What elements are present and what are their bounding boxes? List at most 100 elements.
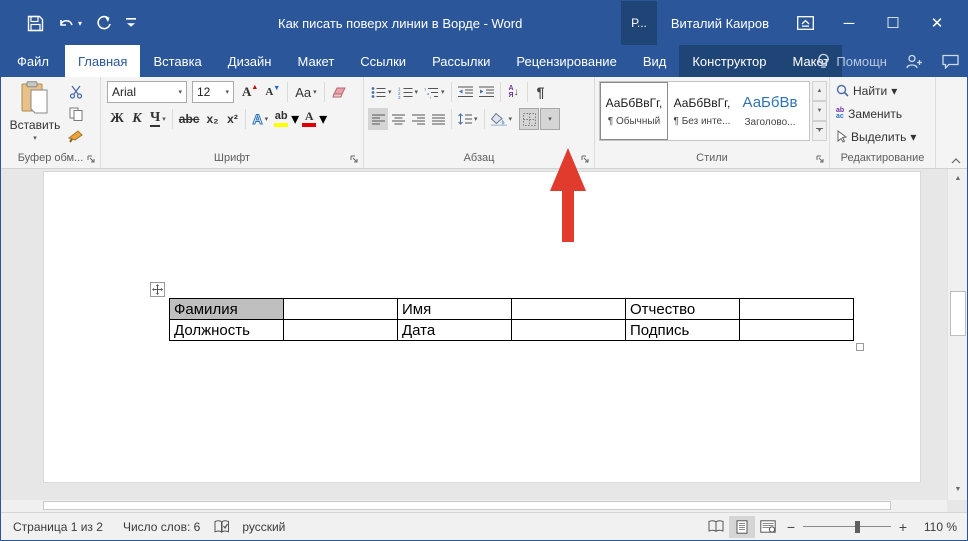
document-page[interactable]: Фамилия Имя Отчество Должность Дата Подп… [43, 171, 921, 483]
styles-scroll-down[interactable]: ▼ [812, 101, 827, 121]
paste-button[interactable]: Вставить ▾ [9, 81, 61, 150]
style-normal[interactable]: АаБбВвГг, ¶ Обычный [600, 82, 668, 140]
collapse-ribbon-button[interactable] [951, 158, 961, 164]
proofing-status-button[interactable] [214, 520, 230, 534]
subscript-button[interactable]: х₂ [202, 108, 222, 130]
decrease-indent-button[interactable] [455, 81, 476, 103]
zoom-slider[interactable] [803, 520, 891, 534]
tab-review[interactable]: Рецензирование [503, 45, 629, 77]
styles-more-button[interactable]: ▼ [812, 121, 827, 141]
table-move-handle[interactable] [150, 282, 165, 297]
style-heading1[interactable]: АаБбВв Заголово... [736, 82, 804, 140]
font-color-button[interactable]: А [299, 108, 319, 130]
table-cell[interactable]: Фамилия [170, 299, 284, 320]
borders-dropdown[interactable]: ▾ [540, 108, 560, 130]
tab-insert[interactable]: Вставка [140, 45, 214, 77]
word-count[interactable]: Число слов: 6 [123, 520, 200, 534]
tab-table-design[interactable]: Конструктор [679, 45, 779, 77]
strikethrough-button[interactable]: abc [176, 108, 203, 130]
language-indicator[interactable]: русский [242, 520, 285, 534]
shrink-font-button[interactable]: А▼ [262, 81, 283, 103]
vertical-scroll-thumb[interactable] [950, 291, 966, 336]
table-cell[interactable] [284, 299, 398, 320]
change-case-button[interactable]: Aa▾ [292, 81, 319, 103]
increase-indent-button[interactable] [476, 81, 497, 103]
font-name-combo[interactable]: Arial ▾ [107, 81, 187, 103]
save-button[interactable] [27, 15, 44, 32]
replace-button[interactable]: ab ac Заменить [836, 103, 933, 124]
print-layout-button[interactable] [729, 516, 755, 538]
presence-badge[interactable]: Р... [621, 1, 657, 45]
justify-button[interactable] [428, 108, 448, 130]
tab-design[interactable]: Дизайн [215, 45, 285, 77]
close-button[interactable]: ✕ [915, 1, 959, 45]
font-dialog-launcher[interactable] [350, 155, 360, 165]
tab-layout[interactable]: Макет [284, 45, 347, 77]
sort-button[interactable]: АЯ ↓ [504, 81, 524, 103]
font-size-combo[interactable]: 12 ▾ [192, 81, 234, 103]
table-cell[interactable]: Должность [170, 320, 284, 341]
select-button[interactable]: Выделить ▾ [836, 126, 933, 147]
bold-button[interactable]: Ж [107, 108, 127, 130]
table-cell[interactable] [284, 320, 398, 341]
italic-button[interactable]: К [127, 108, 147, 130]
text-effects-button[interactable]: А▾ [249, 108, 271, 130]
underline-button[interactable]: Ч▾ [147, 108, 169, 130]
undo-dropdown-caret[interactable]: ▾ [78, 19, 82, 28]
zoom-level[interactable]: 110 % [913, 520, 957, 534]
styles-scroll-up[interactable]: ▲ [812, 81, 827, 101]
tab-references[interactable]: Ссылки [347, 45, 419, 77]
tab-home[interactable]: Главная [65, 45, 140, 77]
show-marks-button[interactable]: ¶ [531, 81, 551, 103]
align-right-button[interactable] [408, 108, 428, 130]
table-resize-handle[interactable] [856, 343, 864, 351]
scroll-down-arrow[interactable]: ▼ [950, 482, 966, 498]
table-cell[interactable]: Отчество [626, 299, 740, 320]
tab-mailings[interactable]: Рассылки [419, 45, 503, 77]
style-no-spacing[interactable]: АаБбВвГг, ¶ Без инте... [668, 82, 736, 140]
copy-button[interactable] [65, 105, 86, 123]
ribbon-display-options-button[interactable] [783, 1, 827, 45]
tab-view[interactable]: Вид [630, 45, 680, 77]
align-center-button[interactable] [388, 108, 408, 130]
grow-font-button[interactable]: А▲ [239, 81, 261, 103]
zoom-out-button[interactable]: − [781, 519, 801, 535]
align-left-button[interactable] [368, 108, 388, 130]
borders-button[interactable] [519, 108, 539, 130]
paste-dropdown-caret[interactable]: ▾ [33, 134, 37, 142]
table-cell[interactable] [512, 299, 626, 320]
styles-dialog-launcher[interactable] [816, 155, 826, 165]
format-painter-button[interactable] [65, 127, 86, 145]
table-cell[interactable] [740, 299, 854, 320]
page-indicator[interactable]: Страница 1 из 2 [13, 520, 103, 534]
web-layout-button[interactable] [755, 516, 781, 538]
zoom-in-button[interactable]: + [893, 519, 913, 535]
comments-button[interactable] [937, 45, 963, 77]
table-cell[interactable] [740, 320, 854, 341]
read-mode-button[interactable] [703, 516, 729, 538]
share-button[interactable] [901, 45, 927, 77]
table-cell[interactable]: Имя [398, 299, 512, 320]
scroll-up-arrow[interactable]: ▲ [950, 171, 966, 187]
superscript-button[interactable]: х² [222, 108, 242, 130]
vertical-scrollbar[interactable]: ▲ ▼ [947, 169, 967, 500]
multilevel-list-button[interactable]: 1аi▾ [421, 81, 448, 103]
tab-file[interactable]: Файл [1, 45, 65, 77]
line-spacing-button[interactable]: ▾ [455, 108, 481, 130]
minimize-button[interactable]: ─ [827, 1, 871, 45]
table-cell[interactable] [512, 320, 626, 341]
document-table[interactable]: Фамилия Имя Отчество Должность Дата Подп… [169, 298, 854, 341]
highlight-caret[interactable]: ▾ [291, 109, 299, 129]
horizontal-scrollbar[interactable] [1, 500, 947, 512]
highlight-button[interactable]: ab [271, 108, 291, 130]
undo-button[interactable]: ▾ [58, 16, 82, 31]
table-cell[interactable]: Подпись [626, 320, 740, 341]
numbering-button[interactable]: 123▾ [395, 81, 422, 103]
account-user-name[interactable]: Виталий Каиров [657, 16, 783, 31]
qat-customize-button[interactable] [126, 17, 136, 29]
table-cell[interactable]: Дата [398, 320, 512, 341]
tell-me-button[interactable]: Помощн [813, 53, 891, 69]
redo-button[interactable] [96, 15, 112, 31]
clipboard-dialog-launcher[interactable] [87, 155, 97, 165]
horizontal-scroll-thumb[interactable] [43, 501, 891, 510]
